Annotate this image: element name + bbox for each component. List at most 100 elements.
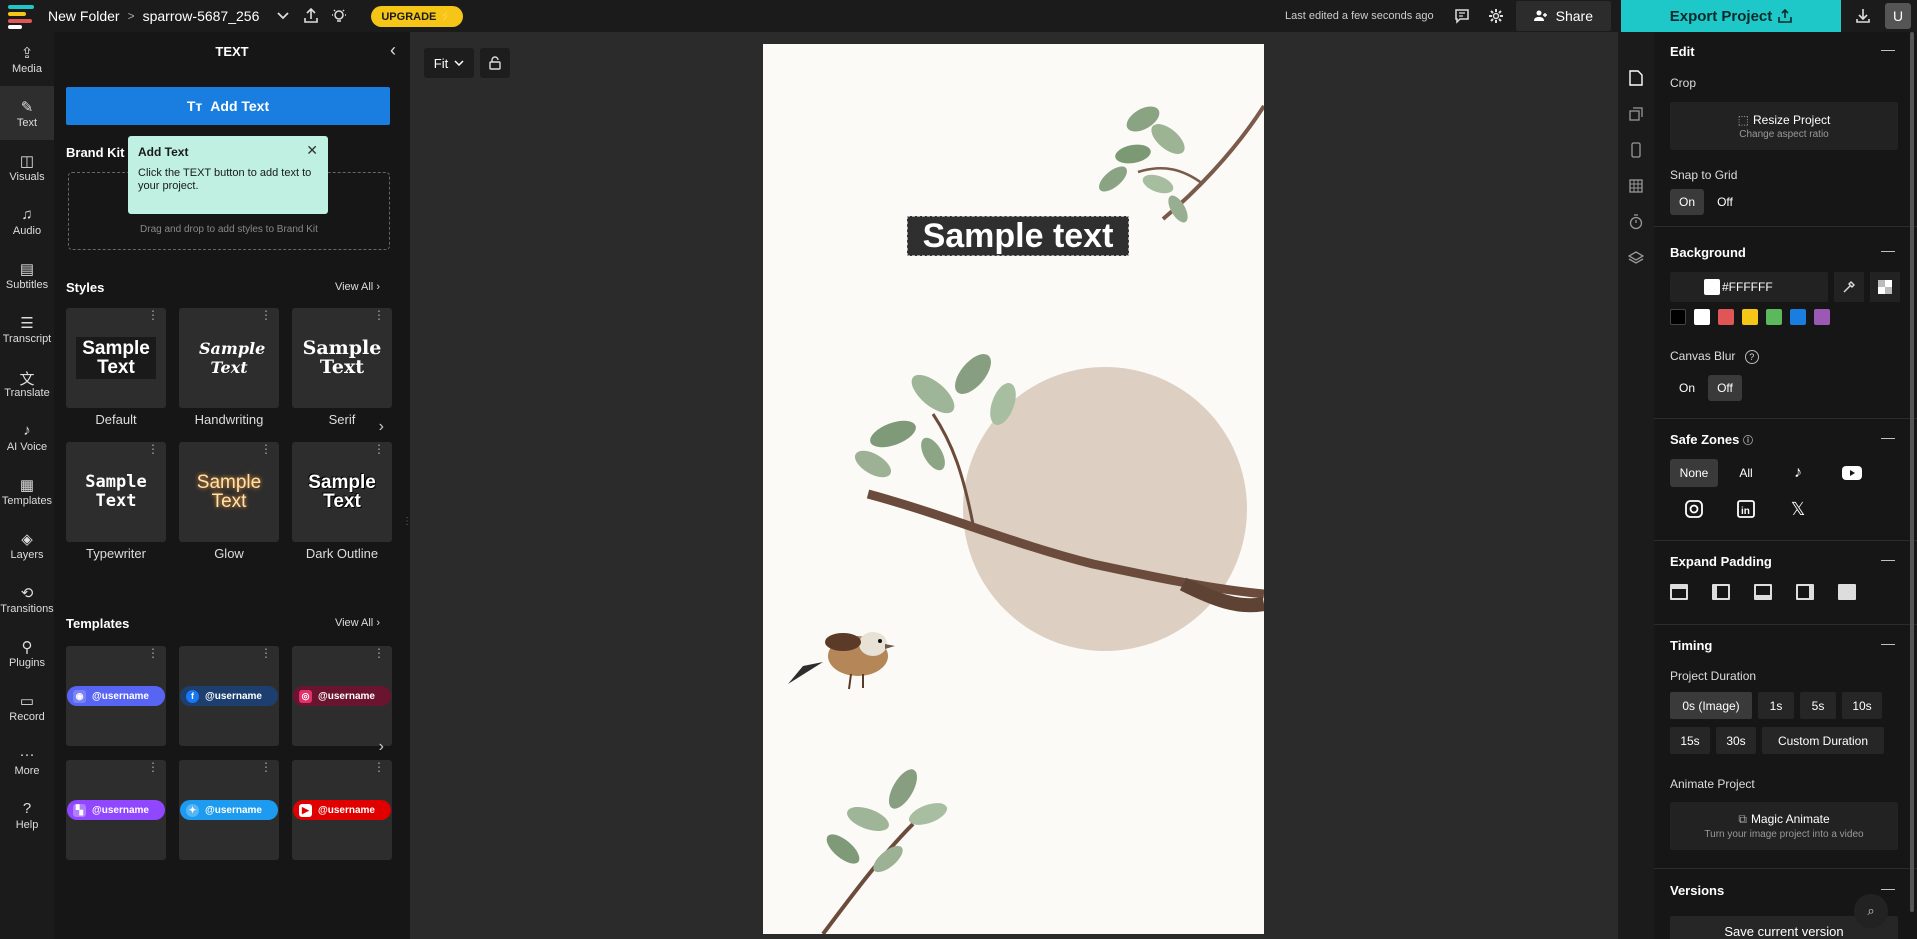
nav-translate[interactable]: 文Translate (0, 356, 54, 410)
style-card-handwriting[interactable]: ⋮ Sample Text (179, 308, 279, 408)
linkedin-icon[interactable]: in (1722, 495, 1770, 523)
eyedropper-icon[interactable] (1834, 272, 1864, 302)
export-project-button[interactable]: Export Project (1621, 0, 1841, 32)
duration-image[interactable]: 0s (Image) (1670, 692, 1752, 719)
resize-handle[interactable]: ⋮ (402, 516, 410, 532)
nav-record[interactable]: ▭Record (0, 680, 54, 734)
download-icon[interactable] (1849, 2, 1877, 30)
nav-ai-voice[interactable]: ♪AI Voice (0, 410, 54, 464)
search-icon[interactable]: ⌕ (1854, 894, 1888, 928)
x-icon[interactable]: 𝕏 (1774, 495, 1822, 523)
lightbulb-icon[interactable] (325, 2, 353, 30)
nav-help[interactable]: ?Help (0, 788, 54, 842)
duration-10s[interactable]: 10s (1842, 692, 1882, 719)
copy-icon[interactable] (1618, 96, 1654, 132)
comment-icon[interactable] (1448, 2, 1476, 30)
collapse-icon[interactable]: — (1881, 880, 1895, 896)
youtube-icon[interactable] (1828, 459, 1876, 487)
pad-bottom-icon[interactable] (1754, 584, 1772, 600)
sample-text-element[interactable]: Sample text (907, 216, 1129, 256)
nav-more[interactable]: ···More (0, 734, 54, 788)
resize-project-button[interactable]: ⬚Resize Project Change aspect ratio (1670, 102, 1898, 150)
share-button[interactable]: Share (1516, 1, 1611, 31)
zoom-fit-dropdown[interactable]: Fit (424, 48, 474, 78)
style-card-serif[interactable]: ⋮ Sample Text (292, 308, 392, 408)
collapse-icon[interactable]: — (1881, 635, 1895, 651)
background-color-field[interactable]: #FFFFFF (1670, 272, 1828, 302)
magic-animate-button[interactable]: ⧉Magic Animate Turn your image project i… (1670, 802, 1898, 850)
avatar[interactable]: U (1885, 3, 1911, 29)
safe-zone-all[interactable]: All (1722, 459, 1770, 487)
duration-custom[interactable]: Custom Duration (1762, 727, 1884, 754)
gear-icon[interactable] (1482, 2, 1510, 30)
nav-layers[interactable]: ◈Layers (0, 518, 54, 572)
kebab-icon[interactable]: ⋮ (373, 764, 385, 770)
styles-view-all-link[interactable]: View All › (335, 281, 380, 293)
chevron-down-icon[interactable] (269, 2, 297, 30)
duration-30s[interactable]: 30s (1716, 727, 1756, 754)
style-card-glow[interactable]: ⋮ Sample Text (179, 442, 279, 542)
instagram-icon[interactable] (1670, 495, 1718, 523)
swatch-red[interactable] (1718, 309, 1734, 325)
kebab-icon[interactable]: ⋮ (260, 764, 272, 770)
pad-all-icon[interactable] (1838, 584, 1856, 600)
collapse-icon[interactable]: — (1881, 429, 1895, 445)
style-card-default[interactable]: ⋮ Sample Text (66, 308, 166, 408)
style-card-typewriter[interactable]: ⋮ Sample Text (66, 442, 166, 542)
add-text-button[interactable]: Tт Add Text (66, 87, 390, 125)
chevron-right-icon[interactable]: › (379, 738, 384, 756)
nav-transcript[interactable]: ☰Transcript (0, 302, 54, 356)
templates-view-all-link[interactable]: View All › (335, 617, 380, 629)
nav-audio[interactable]: ♫Audio (0, 194, 54, 248)
template-card-twitter[interactable]: ⋮ ✦@username (179, 760, 279, 860)
nav-transitions[interactable]: ⟲Transitions (0, 572, 54, 626)
nav-subtitles[interactable]: ▤Subtitles (0, 248, 54, 302)
swatch-purple[interactable] (1814, 309, 1830, 325)
swatch-blue[interactable] (1790, 309, 1806, 325)
unlock-icon[interactable] (480, 48, 510, 78)
help-icon[interactable]: ? (1745, 350, 1759, 364)
app-logo-icon[interactable] (8, 3, 38, 29)
swatch-black[interactable] (1670, 309, 1686, 325)
nav-text[interactable]: ✎Text (0, 86, 54, 140)
duration-5s[interactable]: 5s (1800, 692, 1836, 719)
transparent-icon[interactable] (1870, 272, 1900, 302)
blur-on-toggle[interactable]: On (1670, 375, 1704, 401)
project-name[interactable]: sparrow-5687_256 (143, 8, 260, 24)
nav-plugins[interactable]: ⚲Plugins (0, 626, 54, 680)
pad-top-icon[interactable] (1670, 584, 1688, 600)
collapse-icon[interactable]: — (1881, 551, 1895, 567)
chevron-right-icon[interactable]: › (379, 418, 384, 436)
collapse-icon[interactable]: — (1881, 41, 1895, 57)
duration-1s[interactable]: 1s (1758, 692, 1794, 719)
document-icon[interactable] (1618, 60, 1654, 96)
close-icon[interactable]: ✕ (306, 142, 318, 159)
template-card-twitch[interactable]: ⋮ ▚@username (66, 760, 166, 860)
chevron-left-icon[interactable]: ‹ (390, 40, 396, 61)
template-card-youtube[interactable]: ⋮ ▶@username (292, 760, 392, 860)
collapse-icon[interactable]: — (1881, 242, 1895, 258)
duration-15s[interactable]: 15s (1670, 727, 1710, 754)
swatch-yellow[interactable] (1742, 309, 1758, 325)
snap-on-toggle[interactable]: On (1670, 189, 1704, 215)
template-card-facebook[interactable]: ⋮ f@username (179, 646, 279, 746)
nav-visuals[interactable]: ◫Visuals (0, 140, 54, 194)
kebab-icon[interactable]: ⋮ (147, 312, 159, 318)
template-card-instagram[interactable]: ⋮ ◎@username (292, 646, 392, 746)
kebab-icon[interactable]: ⋮ (147, 764, 159, 770)
kebab-icon[interactable]: ⋮ (147, 446, 159, 452)
upgrade-button[interactable]: UPGRADE ⚡ (371, 6, 463, 27)
kebab-icon[interactable]: ⋮ (260, 650, 272, 656)
blur-off-toggle[interactable]: Off (1708, 375, 1742, 401)
layers-icon[interactable] (1618, 240, 1654, 276)
style-card-dark-outline[interactable]: ⋮ Sample Text (292, 442, 392, 542)
grid-icon[interactable] (1618, 168, 1654, 204)
project-canvas[interactable]: Sample text (763, 44, 1264, 934)
upload-icon[interactable] (297, 2, 325, 30)
safe-zone-none[interactable]: None (1670, 459, 1718, 487)
kebab-icon[interactable]: ⋮ (260, 446, 272, 452)
kebab-icon[interactable]: ⋮ (147, 650, 159, 656)
nav-media[interactable]: ⇪Media (0, 32, 54, 86)
kebab-icon[interactable]: ⋮ (373, 312, 385, 318)
nav-templates[interactable]: ▦Templates (0, 464, 54, 518)
